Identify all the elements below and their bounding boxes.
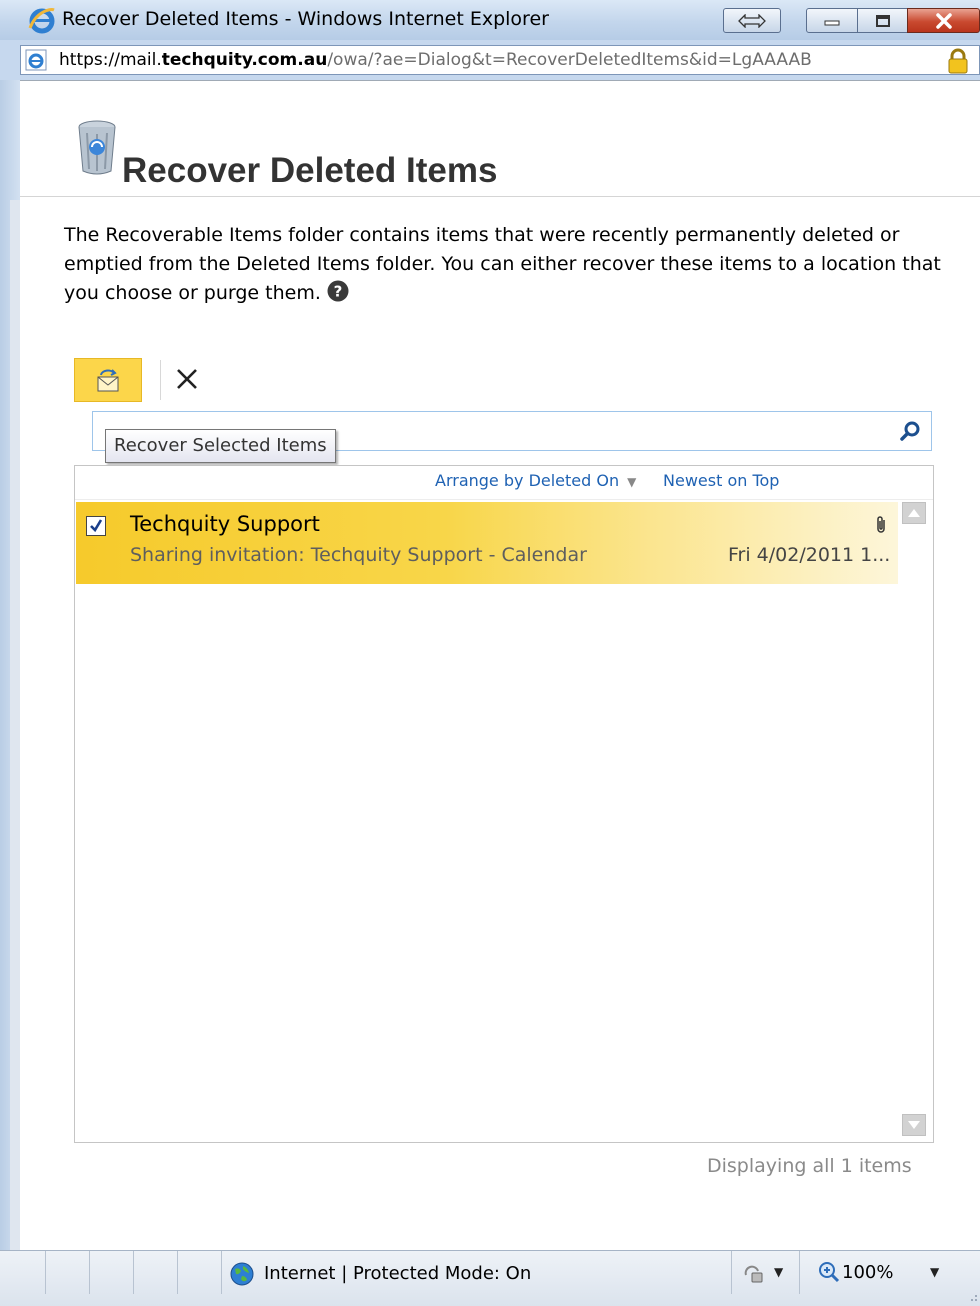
status-cell — [0, 1251, 46, 1294]
status-cell — [178, 1251, 222, 1294]
svg-text:?: ? — [334, 283, 343, 301]
url-field[interactable]: https://mail.techquity.com.au/owa/?ae=Di… — [20, 45, 980, 75]
window-titlebar[interactable]: Recover Deleted Items - Windows Internet… — [0, 0, 980, 40]
url-text: https://mail.techquity.com.au/owa/?ae=Di… — [59, 50, 812, 70]
help-icon[interactable]: ? — [327, 280, 349, 302]
recover-tooltip: Recover Selected Items — [105, 429, 336, 463]
close-button[interactable] — [907, 8, 980, 33]
status-cell — [90, 1251, 134, 1294]
page-title: Recover Deleted Items — [122, 151, 498, 190]
search-icon[interactable] — [899, 420, 921, 442]
page-description: The Recoverable Items folder contains it… — [64, 221, 944, 308]
paperclip-icon — [877, 516, 885, 533]
arrange-by-dropdown[interactable]: Arrange by Deleted On ▼ — [435, 471, 636, 490]
arrow-up-icon — [908, 509, 920, 517]
page-ie-icon — [25, 49, 47, 71]
window-title: Recover Deleted Items - Windows Internet… — [62, 8, 549, 30]
recover-mail-icon — [97, 369, 119, 392]
recycle-bin-icon — [78, 120, 116, 175]
status-cell — [134, 1251, 178, 1294]
close-icon — [935, 12, 952, 29]
arrow-down-icon — [908, 1121, 920, 1129]
chevron-down-icon: ▼ — [627, 475, 637, 489]
toolbar-separator — [160, 360, 161, 400]
restore-button[interactable] — [857, 8, 908, 33]
dialog-header: Recover Deleted Items — [20, 81, 980, 197]
sort-order-link[interactable]: Newest on Top — [663, 471, 779, 490]
status-cell — [46, 1251, 90, 1294]
arrange-bar: Arrange by Deleted On ▼ Newest on Top — [75, 466, 933, 500]
zoom-icon — [819, 1262, 840, 1283]
scroll-up-button[interactable] — [902, 502, 926, 524]
left-edge-strip — [10, 200, 20, 1250]
address-bar: https://mail.techquity.com.au/owa/?ae=Di… — [0, 40, 980, 80]
arrange-by-label: Arrange by Deleted On — [435, 471, 620, 490]
purge-x-icon[interactable] — [172, 364, 202, 394]
scroll-down-button[interactable] — [902, 1114, 926, 1136]
internet-explorer-icon — [28, 8, 55, 34]
minimize-button[interactable] — [806, 8, 858, 33]
status-cell — [562, 1251, 732, 1294]
item-date: Fri 4/02/2011 1... — [728, 544, 891, 566]
item-sender: Techquity Support — [130, 512, 320, 536]
minimize-icon — [824, 20, 840, 25]
item-checkbox[interactable] — [86, 516, 106, 536]
recover-selected-items-button[interactable] — [74, 358, 142, 402]
list-item[interactable]: Techquity Support Sharing invitation: Te… — [76, 502, 898, 584]
security-zone-status[interactable]: Internet | Protected Mode: On — [264, 1263, 531, 1284]
item-count: Displaying all 1 items — [707, 1155, 912, 1177]
status-cell — [732, 1251, 800, 1294]
lock-icon[interactable] — [945, 48, 971, 74]
resize-grip-icon[interactable] — [966, 1290, 978, 1302]
compat-arrows-icon — [738, 13, 766, 28]
status-bar: Internet | Protected Mode: On ▼ 100% ▼ — [0, 1250, 980, 1306]
chevron-down-icon[interactable]: ▼ — [930, 1265, 939, 1279]
description-text: The Recoverable Items folder contains it… — [64, 224, 941, 304]
list-scrollbar[interactable] — [900, 502, 930, 1140]
globe-icon — [230, 1262, 254, 1286]
restore-icon — [875, 14, 890, 27]
dialog-page: Recover Deleted Items The Recoverable It… — [20, 80, 980, 1250]
checkmark-icon — [90, 519, 103, 533]
recoverable-items-list: Arrange by Deleted On ▼ Newest on Top Tec… — [74, 465, 934, 1143]
zoom-level[interactable]: 100% — [842, 1262, 893, 1283]
item-subject: Sharing invitation: Techquity Support - … — [130, 544, 587, 566]
compatibility-view-button[interactable] — [723, 8, 781, 33]
